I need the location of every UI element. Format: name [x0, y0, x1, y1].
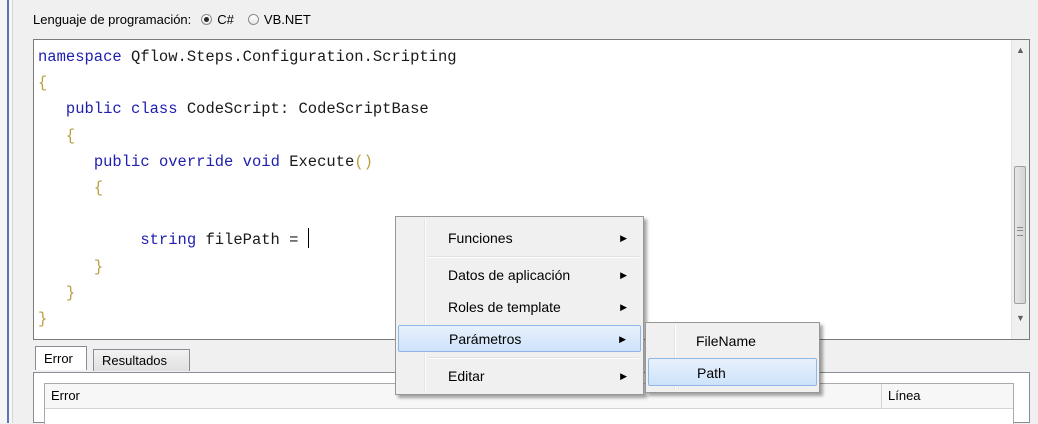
text-caret: [307, 228, 309, 249]
language-label: Lenguaje de programación:: [33, 11, 192, 27]
menu-item-funciones[interactable]: Funciones ▶: [398, 225, 641, 252]
code-brace: }: [38, 310, 48, 329]
submenu-arrow-icon: ▶: [620, 302, 627, 312]
code-identifier: Qflow.Steps.Configuration.Scripting: [121, 48, 457, 66]
code-identifier: Execute: [279, 152, 355, 171]
language-selector: Lenguaje de programación: C# VB.NET: [33, 8, 325, 30]
grip-icon: [1017, 227, 1023, 236]
code-keyword: class: [131, 100, 178, 119]
code-keyword: namespace: [38, 48, 122, 66]
submenu-arrow-icon: ▶: [620, 233, 627, 243]
code-keyword: string: [140, 231, 197, 250]
menu-item-roles-de-template[interactable]: Roles de template ▶: [398, 294, 641, 321]
radio-csharp-label[interactable]: C#: [217, 12, 234, 27]
menu-item-label: Roles de template: [448, 299, 561, 315]
code-brace: {: [38, 74, 48, 93]
code-parens: (): [354, 152, 373, 171]
code-brace: }: [65, 283, 76, 302]
radio-vbnet-label[interactable]: VB.NET: [264, 12, 311, 27]
code-brace: {: [93, 179, 104, 198]
menu-item-label: Funciones: [448, 230, 513, 246]
menu-item-label: Parámetros: [449, 331, 522, 347]
code-identifier: filePath =: [196, 231, 308, 250]
menu-item-datos-de-aplicacion[interactable]: Datos de aplicación ▶: [398, 262, 641, 289]
scrollbar-thumb[interactable]: [1014, 166, 1026, 304]
code-brace: {: [65, 126, 76, 145]
code-keyword: void: [242, 152, 280, 171]
code-brace: }: [93, 257, 104, 276]
menu-item-editar[interactable]: Editar ▶: [398, 363, 641, 390]
menu-item-label: Datos de aplicación: [448, 267, 571, 283]
menu-item-label: Editar: [448, 368, 485, 384]
code-text[interactable]: namespace Qflow.Steps.Configuration.Scri…: [38, 44, 457, 332]
left-border-strip: [0, 0, 13, 423]
radio-csharp[interactable]: C#: [201, 12, 234, 27]
menu-separator: [428, 256, 639, 258]
radio-vbnet[interactable]: VB.NET: [247, 12, 311, 27]
submenu-arrow-icon: ▶: [619, 334, 626, 344]
parametros-submenu: FileName Path: [645, 322, 820, 393]
submenu-item-label: Path: [697, 365, 726, 381]
context-menu: Funciones ▶ Datos de aplicación ▶ Roles …: [395, 216, 644, 395]
tab-resultados[interactable]: Resultados: [93, 349, 190, 371]
submenu-item-label: FileName: [696, 333, 756, 349]
scroll-up-arrow-icon[interactable]: ▲: [1012, 42, 1029, 59]
radio-checked-icon[interactable]: [201, 13, 213, 25]
submenu-item-path[interactable]: Path: [648, 358, 817, 386]
submenu-arrow-icon: ▶: [620, 270, 627, 280]
editor-vertical-scrollbar[interactable]: ▲ ▼: [1011, 40, 1029, 339]
radio-unchecked-icon[interactable]: [247, 13, 259, 25]
submenu-arrow-icon: ▶: [620, 371, 627, 381]
code-keyword: public: [65, 100, 122, 119]
menu-separator: [428, 357, 639, 359]
code-keyword: public: [93, 152, 150, 171]
submenu-item-filename[interactable]: FileName: [648, 327, 817, 355]
code-identifier: CodeScript: CodeScriptBase: [177, 100, 429, 119]
tab-error[interactable]: Error: [35, 346, 87, 370]
scroll-down-arrow-icon[interactable]: ▼: [1012, 310, 1029, 327]
code-keyword: override: [158, 152, 234, 171]
menu-item-parametros[interactable]: Parámetros ▶: [398, 325, 641, 352]
column-header-linea[interactable]: Línea: [882, 384, 1013, 408]
